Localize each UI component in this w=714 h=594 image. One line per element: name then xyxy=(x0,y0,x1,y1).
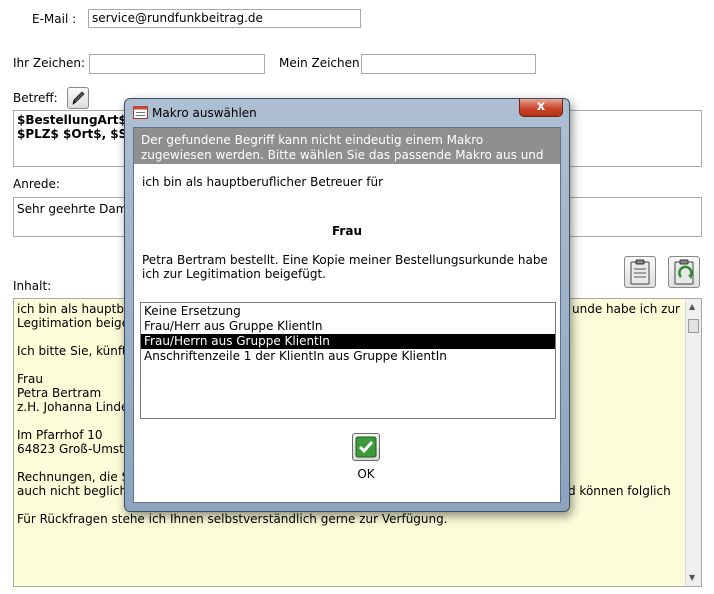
close-icon: x xyxy=(536,99,546,114)
edit-subject-button[interactable] xyxy=(67,87,89,109)
checkmark-icon xyxy=(355,436,377,458)
dialog-title: Makro auswählen xyxy=(152,106,257,120)
email-label: E-Mail : xyxy=(32,12,77,26)
inhalt-scrollbar[interactable]: ▲ ▼ xyxy=(685,299,701,586)
ihr-zeichen-field[interactable] xyxy=(89,54,265,74)
anrede-label: Anrede: xyxy=(13,177,60,191)
ihr-zeichen-label: Ihr Zeichen: xyxy=(13,56,86,70)
paste-refresh-button[interactable] xyxy=(668,256,700,288)
ok-label: OK xyxy=(357,467,375,481)
dialog-message: Der gefundene Begriff kann nicht eindeut… xyxy=(134,128,560,177)
content-line: Für Rückfragen stehe ich Ihnen selbstver… xyxy=(17,512,448,526)
context-before: ich bin als hauptberuflicher Betreuer fü… xyxy=(142,175,384,189)
matched-term: Frau xyxy=(332,224,362,238)
close-button[interactable]: x xyxy=(519,99,563,117)
context-after: Petra Bertram bestellt. Eine Kopie meine… xyxy=(142,253,548,281)
makro-dialog: Makro auswählen x Der gefundene Begriff … xyxy=(124,98,570,512)
inhalt-right-line-1: unde habe ich zur xyxy=(572,302,680,316)
mein-zeichen-label: Mein Zeichen: xyxy=(279,56,364,70)
clipboard-button[interactable] xyxy=(624,256,656,288)
inhalt-right-line-2: d können folglich xyxy=(568,484,671,498)
list-item-selected[interactable]: Frau/Herrn aus Gruppe KlientIn xyxy=(141,334,555,349)
inhalt-label: Inhalt: xyxy=(13,279,52,293)
ok-button[interactable] xyxy=(352,433,380,461)
makro-listbox[interactable]: Keine Ersetzung Frau/Herr aus Gruppe Kli… xyxy=(140,302,556,419)
list-item[interactable]: Frau/Herr aus Gruppe KlientIn xyxy=(141,319,555,334)
list-item[interactable]: Keine Ersetzung xyxy=(141,304,555,319)
mein-zeichen-field[interactable] xyxy=(361,54,536,74)
scroll-thumb[interactable] xyxy=(688,319,699,333)
list-item[interactable]: Anschriftenzeile 1 der KlientIn aus Grup… xyxy=(141,349,555,364)
dialog-content: Der gefundene Begriff kann nicht eindeut… xyxy=(133,127,561,503)
scroll-down-icon[interactable]: ▼ xyxy=(689,573,695,582)
clipboard-refresh-icon xyxy=(674,259,694,285)
pencil-icon xyxy=(72,91,85,105)
email-field[interactable]: service@rundfunkbeitrag.de xyxy=(88,9,361,28)
betreff-label: Betreff: xyxy=(13,91,58,105)
scroll-up-icon[interactable]: ▲ xyxy=(689,302,695,311)
clipboard-icon xyxy=(630,259,650,285)
form-icon xyxy=(133,106,148,119)
